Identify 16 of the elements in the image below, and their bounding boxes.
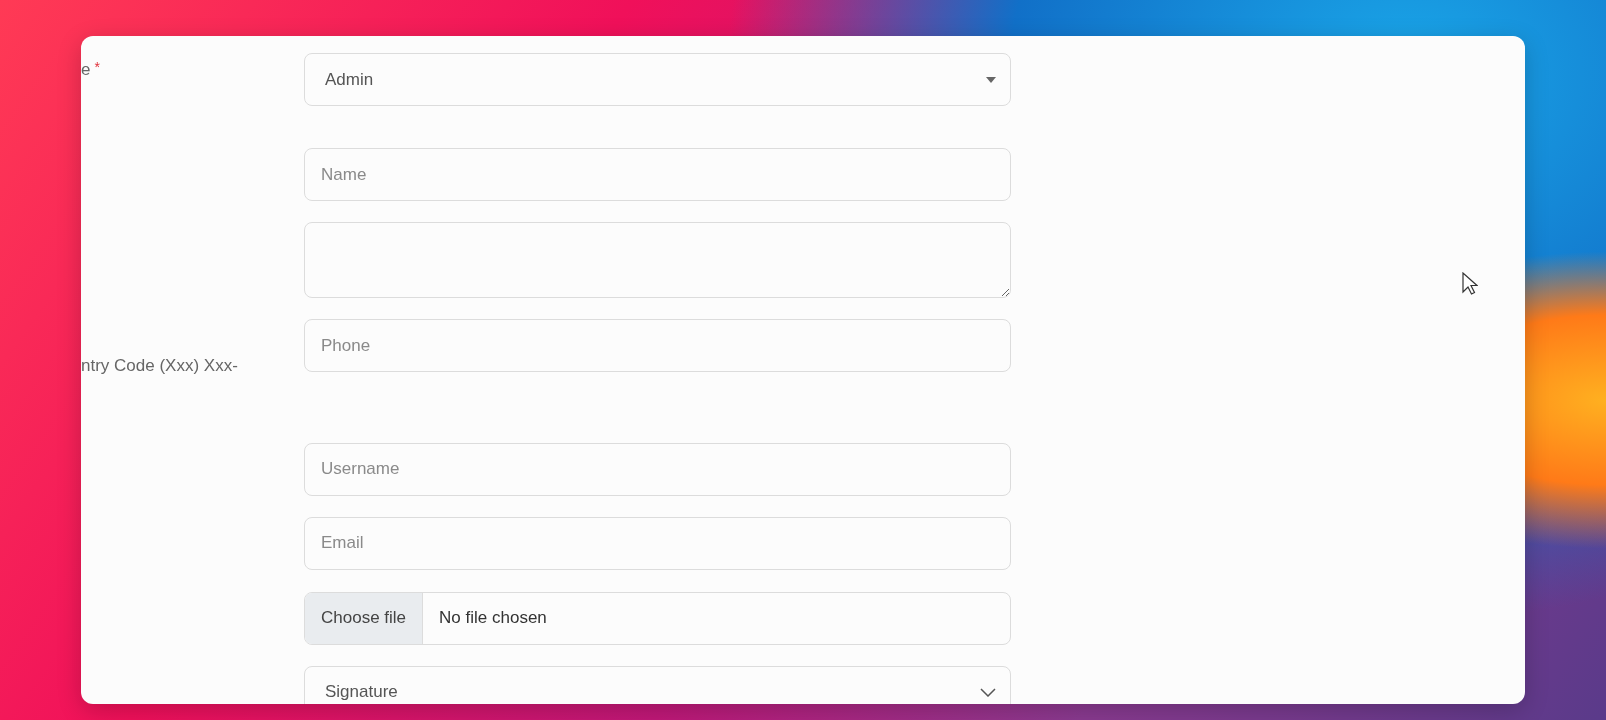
text-field[interactable]: Email [304,516,1011,570]
field-label: e [81,59,91,81]
text-field[interactable]: Name [304,148,1011,201]
pointer-icon [1462,272,1478,296]
file-status: No file chosen [438,607,548,630]
required-mark: * [94,58,100,77]
choose-file-button[interactable]: Choose file [305,592,424,644]
caret-icon [986,76,996,83]
select-field[interactable]: Admin [304,53,1011,106]
text-area[interactable] [304,222,1011,298]
chevron-down-icon [980,687,996,697]
text-field[interactable]: Username [304,442,1011,496]
text-field[interactable]: Phone [304,319,1011,372]
select-field[interactable]: Signature [304,665,1011,704]
field-label: ntry Code (Xxx) Xxx- [81,355,238,377]
file-field[interactable]: Choose file No file chosen [304,591,1011,645]
